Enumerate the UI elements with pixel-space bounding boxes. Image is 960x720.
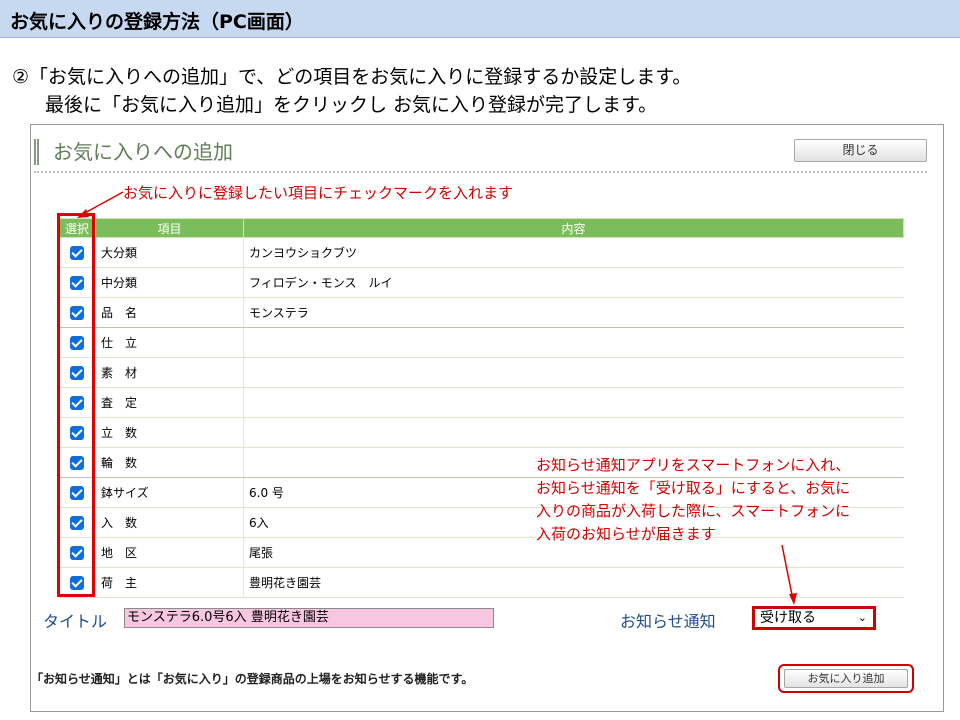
footer-note: 「お知らせ通知」とは「お気に入り」の登録商品の上場をお知らせする機能です。	[31, 672, 474, 686]
annotation-checkmark: お気に入りに登録したい項目にチェックマークを入れます	[123, 184, 514, 202]
item-value: モンステラ	[243, 297, 904, 328]
table-row: 荷 主豊明花き園芸	[58, 567, 904, 598]
item-name: 査 定	[95, 387, 244, 418]
item-name: 入 数	[95, 507, 244, 538]
item-value: 豊明花き園芸	[243, 567, 904, 598]
annotation-line: 入りの商品が入荷した際に、スマートフォンに	[536, 502, 851, 520]
title-label: タイトル	[43, 612, 108, 631]
item-name: 素 材	[95, 357, 244, 388]
table-row: 査 定	[58, 387, 904, 418]
add-favorite-button[interactable]: お気に入り追加	[784, 669, 908, 688]
item-name: 地 区	[95, 537, 244, 568]
table-row: 立 数	[58, 417, 904, 448]
item-value	[243, 327, 904, 358]
select-column-highlight	[57, 213, 95, 597]
annotation-notification: お知らせ通知アプリをスマートフォンに入れ、 お知らせ通知を「受け取る」にすると、…	[536, 454, 850, 546]
item-name: 輪 数	[95, 447, 244, 478]
item-name: 立 数	[95, 417, 244, 448]
instruction-line-1: ②「お気に入りへの追加」で、どの項目をお気に入りに登録するか設定します。	[12, 66, 692, 88]
item-name: 大分類	[95, 237, 244, 268]
item-name: 鉢サイズ	[95, 477, 244, 508]
item-value	[243, 417, 904, 448]
table-row: 素 材	[58, 357, 904, 388]
slide-title: お気に入りの登録方法（PC画面）	[10, 11, 304, 33]
instruction-line-2: 最後に「お気に入り追加」をクリックし お気に入り登録が完了します。	[45, 94, 658, 116]
item-name: 品 名	[95, 297, 244, 328]
item-value: フィロデン・モンス ルイ	[243, 267, 904, 298]
column-header-content: 内容	[243, 218, 904, 238]
table-header-row: 選択 項目 内容	[58, 218, 904, 238]
table-row: 仕 立	[58, 327, 904, 358]
chevron-down-icon: ⌄	[857, 611, 867, 624]
annotation-line: お知らせ通知アプリをスマートフォンに入れ、	[536, 456, 851, 474]
notify-selected-value: 受け取る	[760, 610, 816, 626]
table-row: 大分類 カンヨウショクブツ	[58, 237, 904, 268]
item-name: 仕 立	[95, 327, 244, 358]
item-name: 中分類	[95, 267, 244, 298]
favorites-dialog: お気に入りへの追加 閉じる お気に入りに登録したい項目にチェックマークを入れます…	[30, 124, 944, 712]
close-button[interactable]: 閉じる	[794, 139, 927, 162]
item-name: 荷 主	[95, 567, 244, 598]
slide-header: お気に入りの登録方法（PC画面）	[0, 0, 960, 38]
title-field[interactable]: モンステラ6.0号6入 豊明花き園芸	[124, 608, 494, 628]
add-favorite-highlight: お気に入り追加	[778, 664, 914, 693]
annotation-line: お知らせ通知を「受け取る」にすると、お気に	[536, 479, 851, 497]
item-value: カンヨウショクブツ	[243, 237, 904, 268]
item-value	[243, 357, 904, 388]
table-row: 品 名モンステラ	[58, 297, 904, 328]
annotation-line: 入荷のお知らせが届きます	[536, 525, 716, 543]
item-value	[243, 387, 904, 418]
title-divider	[34, 171, 927, 173]
notify-label: お知らせ通知	[620, 612, 716, 631]
dialog-title: お気に入りへの追加	[34, 139, 233, 165]
table-row: 中分類 フィロデン・モンス ルイ	[58, 267, 904, 298]
notify-select[interactable]: 受け取る ⌄	[752, 606, 876, 630]
column-header-item: 項目	[95, 218, 244, 238]
